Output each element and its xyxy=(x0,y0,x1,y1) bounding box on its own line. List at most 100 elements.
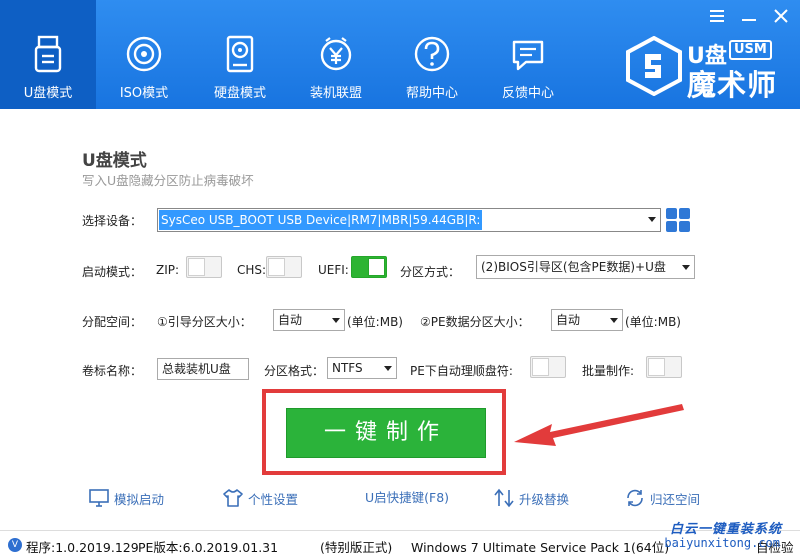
chs-label: CHS: xyxy=(237,263,267,277)
close-button[interactable] xyxy=(770,6,792,26)
pe-version: PE版本:6.0.2019.01.31 xyxy=(138,540,279,555)
personalize-button[interactable]: 个性设置 xyxy=(222,487,298,509)
partition-mode-value: (2)BIOS引导区(包含PE数据)+U盘 xyxy=(481,260,666,274)
menu-button[interactable] xyxy=(706,6,728,26)
uefi-label: UEFI: xyxy=(318,263,349,277)
nav-label: 反馈中心 xyxy=(501,86,554,101)
pe-size-label: ②PE数据分区大小： xyxy=(420,315,530,329)
pe-auto-label: PE下自动理顺盘符: xyxy=(410,364,513,378)
format-label: 分区格式： xyxy=(264,364,325,378)
zip-label: ZIP: xyxy=(156,263,180,277)
chat-icon xyxy=(512,40,544,71)
nav-label: 装机联盟 xyxy=(309,86,362,101)
program-version: 程序:1.0.2019.129 xyxy=(26,540,139,555)
refresh-icon xyxy=(627,489,643,507)
restore-space-button[interactable]: 归还空间 xyxy=(624,487,700,509)
tool-label: 个性设置 xyxy=(248,491,299,507)
hard-disk-icon xyxy=(226,35,254,73)
format-select[interactable]: NTFS xyxy=(327,357,397,379)
windows-grid-icon[interactable] xyxy=(665,207,691,233)
logo-name: 魔术师 xyxy=(687,68,778,102)
unit-mb-label: (单位:MB) xyxy=(625,315,681,329)
chevron-down-icon xyxy=(682,265,690,270)
minimize-icon xyxy=(742,19,756,21)
pe-size-select[interactable]: 自动 xyxy=(551,309,623,331)
edition-label: (特别版正式) xyxy=(320,540,393,555)
device-value: SysCeo USB_BOOT USB Device|RM7|MBR|59.44… xyxy=(159,210,483,230)
nav-label: 硬盘模式 xyxy=(213,86,266,101)
tools-bar: 模拟启动 个性设置 U启快捷键(F8) 升级替换 归还空间 xyxy=(0,487,800,511)
main-nav: U盘模式 ISO模式 硬盘模式 装机联盟 帮助中心 反馈中心 xyxy=(0,0,576,109)
toggle-knob xyxy=(532,358,549,376)
batch-toggle[interactable] xyxy=(646,356,682,378)
close-icon xyxy=(774,9,788,23)
usb-drive-icon xyxy=(34,35,62,73)
unit-mb-label: (单位:MB) xyxy=(347,315,403,329)
minimize-button[interactable] xyxy=(738,6,760,26)
logo-mark-icon xyxy=(626,36,682,96)
simulate-boot-button[interactable]: 模拟启动 xyxy=(88,487,164,509)
boot-mode-label: 启动模式： xyxy=(82,265,143,279)
page-subtitle: 写入U盘隐藏分区防止病毒破坏 xyxy=(82,173,254,188)
upgrade-icon xyxy=(494,488,514,508)
chevron-down-icon xyxy=(384,366,392,371)
os-info: Windows 7 Ultimate Service Pack 1(64位) xyxy=(411,540,670,555)
nav-usb-mode[interactable]: U盘模式 xyxy=(0,0,96,109)
tool-label: 模拟启动 xyxy=(114,491,165,507)
zip-toggle[interactable] xyxy=(186,256,222,278)
device-label: 选择设备： xyxy=(82,214,143,228)
version-badge-icon: V xyxy=(8,538,22,552)
nav-iso-mode[interactable]: ISO模式 xyxy=(96,0,192,109)
make-button[interactable]: 一键制作 xyxy=(286,408,486,458)
tool-label: U启快捷键(F8) xyxy=(365,490,450,505)
nav-help-center[interactable]: 帮助中心 xyxy=(384,0,480,109)
pe-auto-toggle[interactable] xyxy=(530,356,566,378)
logo-badge: USM xyxy=(729,40,772,60)
chevron-down-icon xyxy=(332,318,340,323)
boot-hotkey-button[interactable]: U启快捷键(F8) xyxy=(365,487,449,506)
upgrade-button[interactable]: 升级替换 xyxy=(493,487,569,509)
page-title: U盘模式 xyxy=(82,151,147,171)
nav-label: ISO模式 xyxy=(119,86,169,101)
nav-feedback-center[interactable]: 反馈中心 xyxy=(480,0,576,109)
watermark-line1: 白云一键重装系统 xyxy=(669,522,782,537)
partition-mode-label: 分区方式： xyxy=(400,265,461,279)
app-logo: U盘 USM 魔术师 xyxy=(625,36,790,102)
boot-size-value: 自动 xyxy=(278,313,303,327)
monitor-icon xyxy=(89,489,109,507)
pe-size-value: 自动 xyxy=(556,313,581,327)
toggle-knob xyxy=(368,258,385,276)
tool-label: 归还空间 xyxy=(650,491,701,507)
header-bar: U盘模式 ISO模式 硬盘模式 装机联盟 帮助中心 反馈中心 U盘 USM 魔术… xyxy=(0,0,800,109)
volume-label: 卷标名称： xyxy=(82,364,143,378)
menu-icon xyxy=(710,10,724,22)
volume-input[interactable]: 总裁装机U盘 xyxy=(157,358,249,380)
chs-toggle[interactable] xyxy=(266,256,302,278)
tool-label: 升级替换 xyxy=(519,491,570,507)
nav-label: U盘模式 xyxy=(23,86,73,101)
partition-mode-select[interactable]: (2)BIOS引导区(包含PE数据)+U盘 xyxy=(476,255,695,279)
coin-icon xyxy=(320,37,352,71)
chevron-down-icon xyxy=(648,217,656,222)
device-select[interactable]: SysCeo USB_BOOT USB Device|RM7|MBR|59.44… xyxy=(157,208,661,232)
boot-size-label: ①引导分区大小： xyxy=(157,315,252,329)
toggle-knob xyxy=(268,258,285,276)
alloc-label: 分配空间： xyxy=(82,315,143,329)
toggle-knob xyxy=(648,358,665,376)
nav-label: 帮助中心 xyxy=(405,86,458,101)
disc-icon xyxy=(126,36,162,72)
batch-label: 批量制作: xyxy=(582,364,635,378)
uefi-toggle[interactable] xyxy=(351,256,387,278)
red-arrow-icon xyxy=(514,404,684,446)
watermark: 白云一键重装系统 baiyunxitong.com xyxy=(644,518,794,558)
question-icon xyxy=(414,36,450,72)
window-controls xyxy=(706,6,792,26)
toggle-knob xyxy=(188,258,205,276)
shirt-icon xyxy=(223,489,243,507)
chevron-down-icon xyxy=(610,318,618,323)
nav-hard-disk-mode[interactable]: 硬盘模式 xyxy=(192,0,288,109)
boot-size-select[interactable]: 自动 xyxy=(273,309,345,331)
watermark-line2: baiyunxitong.com xyxy=(664,536,780,550)
nav-install-alliance[interactable]: 装机联盟 xyxy=(288,0,384,109)
format-value: NTFS xyxy=(332,361,363,375)
